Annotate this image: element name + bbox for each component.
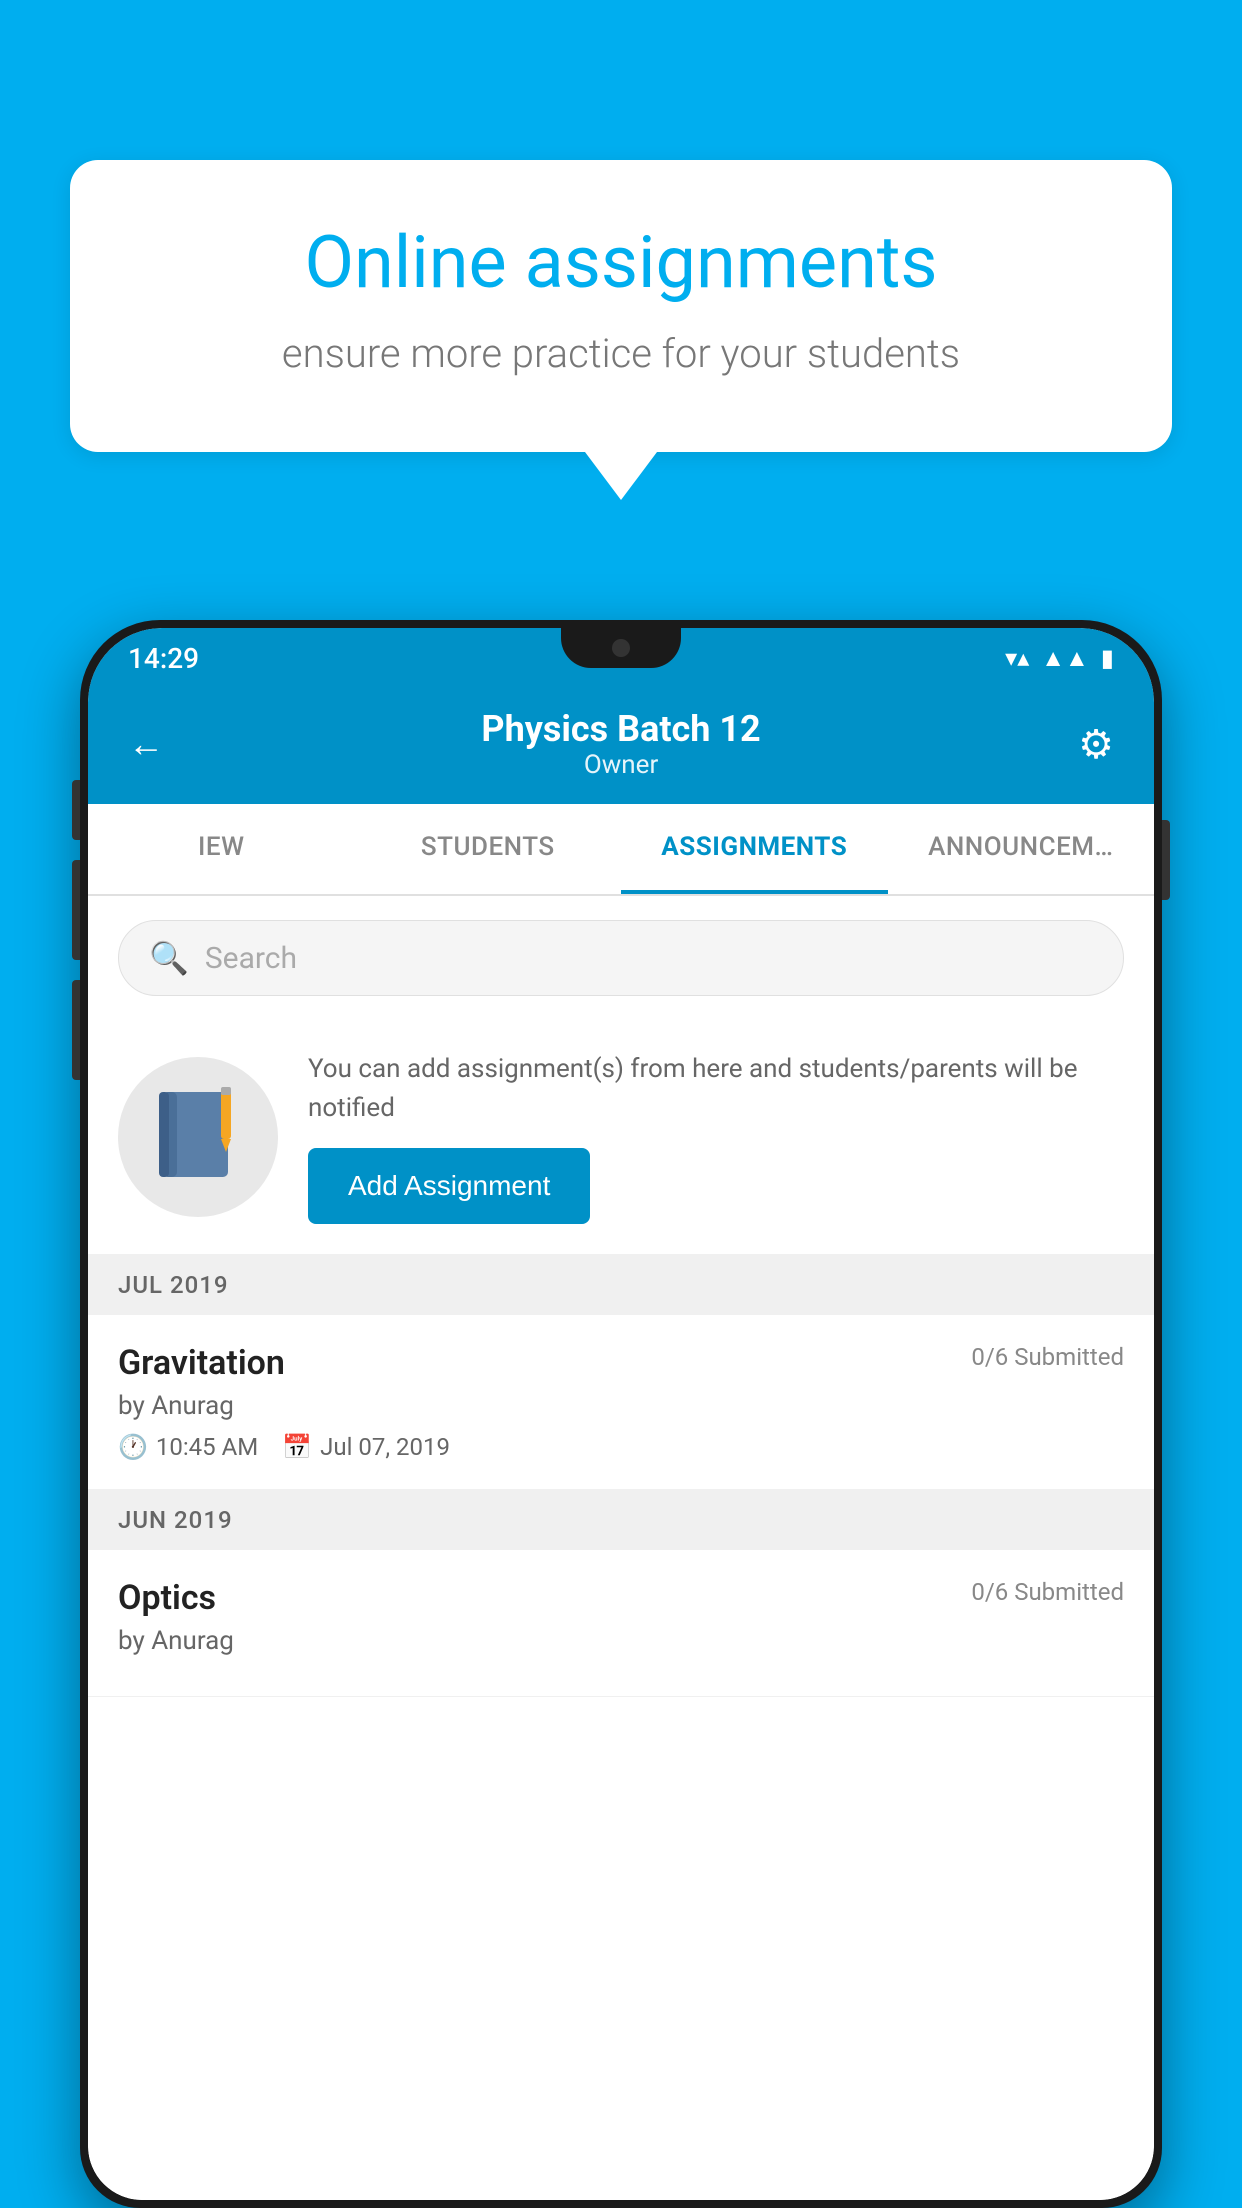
assignment-item-gravitation[interactable]: Gravitation 0/6 Submitted by Anurag 🕐 10… bbox=[88, 1315, 1154, 1490]
assignment-submitted-optics: 0/6 Submitted bbox=[971, 1578, 1124, 1606]
bubble-subtitle: ensure more practice for your students bbox=[140, 326, 1102, 382]
assignment-time: 🕐 10:45 AM bbox=[118, 1433, 258, 1461]
header-center: Physics Batch 12 Owner bbox=[164, 708, 1078, 780]
assignment-title-optics: Optics bbox=[118, 1578, 216, 1618]
assignment-date-value: Jul 07, 2019 bbox=[320, 1433, 450, 1461]
volume-up-button bbox=[72, 780, 80, 840]
settings-icon[interactable]: ⚙ bbox=[1078, 721, 1114, 768]
notebook-svg-icon bbox=[153, 1087, 243, 1187]
clock-icon: 🕐 bbox=[118, 1433, 148, 1461]
add-assignment-button[interactable]: Add Assignment bbox=[308, 1148, 590, 1224]
content-area: 🔍 Search bbox=[88, 896, 1154, 2200]
promo-description: You can add assignment(s) from here and … bbox=[308, 1050, 1124, 1128]
promo-text-area: You can add assignment(s) from here and … bbox=[308, 1050, 1124, 1224]
search-placeholder-text: Search bbox=[205, 941, 297, 976]
tab-assignments[interactable]: ASSIGNMENTS bbox=[621, 804, 888, 894]
promo-section: You can add assignment(s) from here and … bbox=[88, 1020, 1154, 1255]
promo-card: Online assignments ensure more practice … bbox=[70, 160, 1172, 500]
assignment-by-gravitation: by Anurag bbox=[118, 1391, 1124, 1421]
promo-icon-circle bbox=[118, 1057, 278, 1217]
tab-iew[interactable]: IEW bbox=[88, 804, 355, 894]
section-header-jun: JUN 2019 bbox=[88, 1490, 1154, 1550]
search-icon: 🔍 bbox=[149, 939, 189, 977]
app-header: ← Physics Batch 12 Owner ⚙ bbox=[88, 688, 1154, 804]
assignment-date: 📅 Jul 07, 2019 bbox=[282, 1433, 450, 1461]
assignment-time-value: 10:45 AM bbox=[156, 1433, 258, 1461]
phone-screen: 14:29 ▾▴ ▲▲ ▮ ← Physics Batch 12 Owner ⚙ bbox=[88, 628, 1154, 2200]
assignment-row-top: Gravitation 0/6 Submitted bbox=[118, 1343, 1124, 1383]
tabs-bar: IEW STUDENTS ASSIGNMENTS ANNOUNCEM… bbox=[88, 804, 1154, 896]
search-bar[interactable]: 🔍 Search bbox=[118, 920, 1124, 996]
section-header-jul: JUL 2019 bbox=[88, 1255, 1154, 1315]
notch bbox=[561, 628, 681, 668]
front-camera bbox=[612, 639, 630, 657]
volume-down-button bbox=[72, 860, 80, 960]
tab-announcements[interactable]: ANNOUNCEM… bbox=[888, 804, 1155, 894]
phone-mockup: 14:29 ▾▴ ▲▲ ▮ ← Physics Batch 12 Owner ⚙ bbox=[80, 620, 1162, 2208]
assignment-item-optics[interactable]: Optics 0/6 Submitted by Anurag bbox=[88, 1550, 1154, 1697]
battery-icon: ▮ bbox=[1101, 644, 1114, 672]
assignment-meta-gravitation: 🕐 10:45 AM 📅 Jul 07, 2019 bbox=[118, 1433, 1124, 1461]
assignment-by-optics: by Anurag bbox=[118, 1626, 1124, 1656]
tab-students[interactable]: STUDENTS bbox=[355, 804, 622, 894]
bubble-tail bbox=[585, 452, 657, 500]
bubble-title: Online assignments bbox=[140, 220, 1102, 306]
assignment-title-gravitation: Gravitation bbox=[118, 1343, 285, 1383]
header-title: Physics Batch 12 bbox=[164, 708, 1078, 750]
signal-icon: ▲▲ bbox=[1041, 644, 1089, 673]
speech-bubble: Online assignments ensure more practice … bbox=[70, 160, 1172, 452]
phone-inner: 14:29 ▾▴ ▲▲ ▮ ← Physics Batch 12 Owner ⚙ bbox=[88, 628, 1154, 2200]
status-bar: 14:29 ▾▴ ▲▲ ▮ bbox=[88, 628, 1154, 688]
status-time: 14:29 bbox=[128, 642, 199, 675]
silent-button bbox=[72, 980, 80, 1080]
back-button[interactable]: ← bbox=[128, 723, 164, 765]
search-container: 🔍 Search bbox=[88, 896, 1154, 1020]
calendar-icon: 📅 bbox=[282, 1433, 312, 1461]
header-subtitle: Owner bbox=[164, 750, 1078, 780]
assignment-row-top-optics: Optics 0/6 Submitted bbox=[118, 1578, 1124, 1618]
power-button bbox=[1162, 820, 1170, 900]
assignment-submitted-gravitation: 0/6 Submitted bbox=[971, 1343, 1124, 1371]
wifi-icon: ▾▴ bbox=[1005, 644, 1029, 672]
status-icons: ▾▴ ▲▲ ▮ bbox=[1005, 644, 1114, 673]
